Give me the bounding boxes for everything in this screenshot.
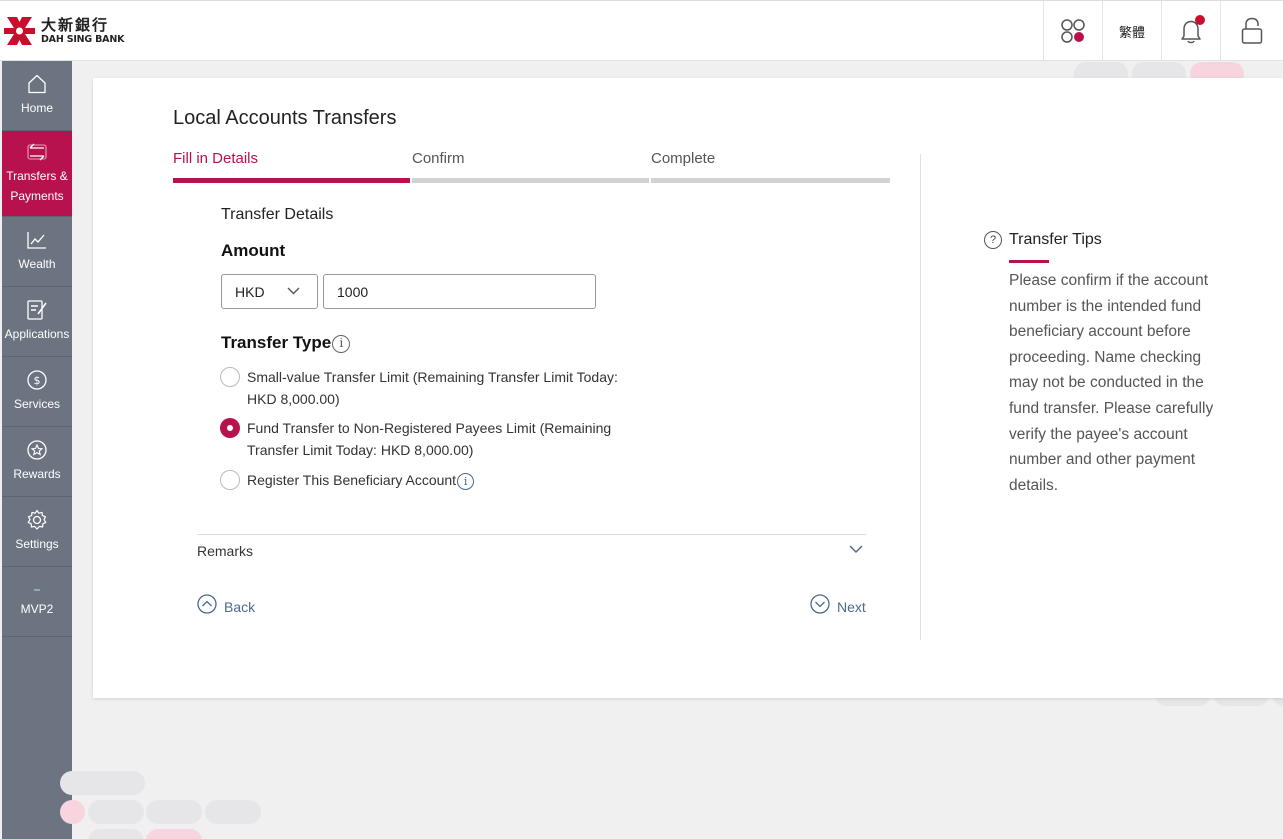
home-icon [28, 74, 46, 94]
back-button[interactable]: Back [197, 592, 255, 615]
transfer-tips-heading: ? Transfer Tips [984, 231, 1102, 249]
radio-label: Fund Transfer to Non-Registered Payees L… [247, 420, 612, 458]
sidebar-item-applications[interactable]: Applications [2, 287, 72, 357]
transfer-type-label: Transfer Type [221, 333, 332, 352]
vertical-divider [920, 154, 921, 640]
section-title: Transfer Details [221, 206, 334, 223]
divider [197, 534, 866, 535]
tips-body: Please confirm if the account number is … [1009, 272, 1214, 494]
sidebar-item-mvp2[interactable]: MVP2 [2, 567, 72, 637]
register-label-text: Register This Beneficiary Account [247, 472, 457, 488]
language-label: 繁體 [1118, 25, 1145, 41]
radio-label: Small-value Transfer Limit (Remaining Tr… [247, 369, 618, 407]
step-label: Complete [651, 150, 716, 167]
radio-small-value[interactable]: Small-value Transfer Limit (Remaining Tr… [220, 366, 627, 410]
dollar-icon: $ [27, 370, 47, 390]
step-fill-in-details: Fill in Details [173, 150, 410, 183]
logo-english-text: DAH SING BANK [41, 33, 125, 45]
sidebar-item-label: Settings [15, 537, 59, 551]
chevron-up-circle-icon [197, 593, 217, 614]
sidebar: Home Transfers & Payments Wealth Applica… [2, 61, 72, 839]
next-label: Next [837, 599, 866, 615]
sidebar-item-label: MVP2 [20, 602, 54, 616]
transfer-type-heading: Transfer Type i [221, 333, 351, 353]
transfer-icon [27, 143, 47, 161]
logo-mark-icon [3, 15, 36, 47]
sidebar-item-label: Home [20, 101, 53, 115]
dash-icon [34, 589, 40, 591]
step-confirm: Confirm [412, 150, 649, 183]
sidebar-item-rewards[interactable]: Rewards [2, 427, 72, 497]
register-label: Register This Beneficiary Account i [247, 469, 627, 491]
step-label: Confirm [412, 150, 465, 167]
amount-input[interactable] [323, 274, 596, 309]
top-header: 大新銀行 DAH SING BANK 繁體 [0, 0, 1283, 61]
sidebar-item-label: Wealth [18, 257, 56, 271]
chevron-down-circle-icon [810, 593, 830, 614]
sidebar-item-transfers[interactable]: Transfers & Payments [2, 131, 72, 217]
info-icon[interactable]: i [457, 472, 475, 490]
chart-icon [27, 232, 46, 249]
star-icon [27, 440, 47, 460]
tips-underline [1009, 260, 1049, 263]
lock-icon [1241, 17, 1263, 44]
currency-select[interactable]: HKD [221, 274, 318, 309]
chevron-down-icon[interactable] [849, 545, 863, 554]
bank-logo[interactable]: 大新銀行 DAH SING BANK [3, 15, 124, 47]
page-title: Local Accounts Transfers [173, 107, 397, 129]
sidebar-item-home[interactable]: Home [2, 61, 72, 131]
logo-chinese-text: 大新銀行 [41, 15, 110, 34]
radio-non-registered[interactable]: Fund Transfer to Non-Registered Payees L… [220, 417, 627, 461]
step-label: Fill in Details [173, 150, 259, 167]
lock-button[interactable] [1220, 1, 1283, 61]
radio-button[interactable] [220, 367, 240, 387]
apps-button[interactable] [1043, 1, 1102, 61]
tips-title: Transfer Tips [1009, 231, 1102, 248]
form-icon [27, 300, 47, 320]
sidebar-item-services[interactable]: $ Services [2, 357, 72, 427]
bell-icon [1181, 15, 1205, 44]
sidebar-item-label: Transfers & Payments [6, 169, 68, 203]
amount-label: Amount [221, 241, 286, 260]
step-bar [412, 178, 649, 183]
sidebar-item-wealth[interactable]: Wealth [2, 217, 72, 287]
info-icon[interactable]: i [332, 334, 351, 353]
remarks-toggle[interactable]: Remarks [197, 543, 253, 559]
sidebar-item-label: Applications [4, 327, 70, 341]
step-bar [173, 178, 410, 183]
notifications-button[interactable] [1161, 1, 1220, 61]
sidebar-item-label: Rewards [13, 467, 61, 481]
gear-icon [27, 509, 47, 530]
chevron-down-icon [287, 287, 300, 295]
language-switch[interactable]: 繁體 [1102, 1, 1161, 61]
sidebar-item-settings[interactable]: Settings [2, 497, 72, 567]
radio-button-checked[interactable] [220, 418, 240, 438]
register-beneficiary-option[interactable]: Register This Beneficiary Account i [220, 469, 627, 491]
currency-value: HKD [235, 283, 265, 300]
question-icon: ? [984, 231, 1002, 249]
step-bar [651, 178, 890, 183]
radio-button[interactable] [220, 470, 240, 490]
svg-text:$: $ [34, 374, 41, 387]
sidebar-item-label: Services [13, 397, 60, 411]
back-label: Back [224, 599, 256, 615]
next-button[interactable]: Next [810, 592, 866, 615]
apps-icon [1061, 19, 1085, 43]
transfer-card: Local Accounts Transfers Fill in Details… [93, 78, 1283, 698]
step-complete: Complete [651, 150, 890, 183]
